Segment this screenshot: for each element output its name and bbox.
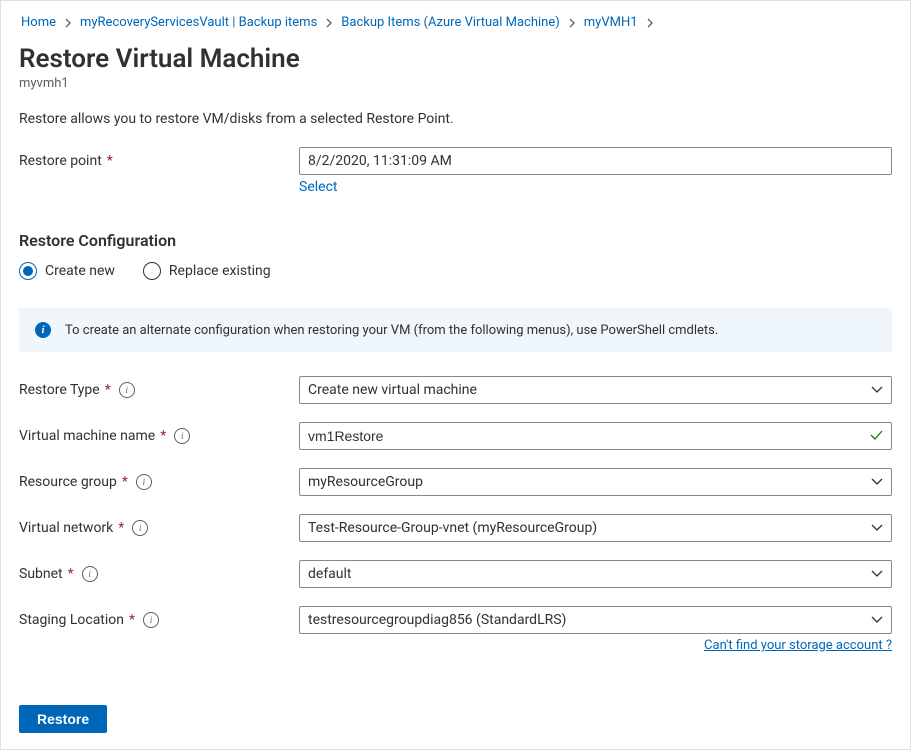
- chevron-right-icon: [564, 18, 580, 28]
- restore-type-row: Restore Type* i Create new virtual machi…: [19, 376, 892, 404]
- restore-config-radio-group: Create new Replace existing: [19, 262, 892, 280]
- chevron-down-icon: [871, 570, 883, 578]
- restore-type-select[interactable]: Create new virtual machine: [299, 376, 892, 404]
- chevron-right-icon: [60, 18, 76, 28]
- radio-replace-existing[interactable]: Replace existing: [143, 262, 271, 280]
- info-icon[interactable]: i: [82, 566, 98, 582]
- subnet-row: Subnet* i default: [19, 560, 892, 588]
- info-icon[interactable]: i: [132, 520, 148, 536]
- subnet-label: Subnet: [19, 566, 63, 582]
- chevron-down-icon: [871, 478, 883, 486]
- select-restore-point-link[interactable]: Select: [299, 179, 337, 195]
- check-icon: [868, 427, 884, 443]
- info-banner: i To create an alternate configuration w…: [19, 308, 892, 352]
- vm-name-label: Virtual machine name: [19, 428, 155, 444]
- required-icon: *: [107, 153, 113, 169]
- breadcrumb: Home myRecoveryServicesVault | Backup it…: [19, 15, 892, 30]
- restore-vm-page: Home myRecoveryServicesVault | Backup it…: [0, 0, 911, 750]
- breadcrumb-vault[interactable]: myRecoveryServicesVault | Backup items: [78, 15, 319, 30]
- restore-type-label: Restore Type: [19, 382, 100, 398]
- subnet-select[interactable]: default: [299, 560, 892, 588]
- resource-group-select[interactable]: myResourceGroup: [299, 468, 892, 496]
- restore-point-row: Restore point* 8/2/2020, 11:31:09 AM Sel…: [19, 147, 892, 195]
- find-storage-account-link[interactable]: Can't find your storage account ?: [704, 638, 892, 653]
- staging-location-row: Staging Location* i testresourcegroupdia…: [19, 606, 892, 653]
- chevron-right-icon: [321, 18, 337, 28]
- virtual-network-row: Virtual network* i Test-Resource-Group-v…: [19, 514, 892, 542]
- page-description: Restore allows you to restore VM/disks f…: [19, 111, 892, 127]
- restore-button[interactable]: Restore: [19, 705, 107, 733]
- footer: Restore: [19, 705, 107, 733]
- chevron-right-icon: [642, 18, 658, 28]
- info-icon: i: [35, 322, 51, 338]
- resource-group-label: Resource group: [19, 474, 117, 490]
- restore-configuration-heading: Restore Configuration: [19, 231, 892, 250]
- page-title: Restore Virtual Machine: [19, 44, 892, 74]
- staging-location-label: Staging Location: [19, 612, 124, 628]
- chevron-down-icon: [871, 386, 883, 394]
- info-banner-text: To create an alternate configuration whe…: [65, 323, 718, 338]
- breadcrumb-backup-items[interactable]: Backup Items (Azure Virtual Machine): [339, 15, 561, 30]
- info-icon[interactable]: i: [174, 428, 190, 444]
- breadcrumb-home[interactable]: Home: [19, 15, 58, 30]
- restore-point-label: Restore point*: [19, 147, 299, 169]
- info-icon[interactable]: i: [143, 612, 159, 628]
- virtual-network-label: Virtual network: [19, 520, 113, 536]
- radio-create-new[interactable]: Create new: [19, 262, 115, 280]
- info-icon[interactable]: i: [136, 474, 152, 490]
- restore-point-input[interactable]: 8/2/2020, 11:31:09 AM: [299, 147, 892, 175]
- vm-name-input[interactable]: [299, 422, 892, 450]
- staging-location-select[interactable]: testresourcegroupdiag856 (StandardLRS): [299, 606, 892, 634]
- virtual-network-select[interactable]: Test-Resource-Group-vnet (myResourceGrou…: [299, 514, 892, 542]
- chevron-down-icon: [871, 524, 883, 532]
- resource-group-row: Resource group* i myResourceGroup: [19, 468, 892, 496]
- info-icon[interactable]: i: [119, 382, 135, 398]
- breadcrumb-vm[interactable]: myVMH1: [582, 15, 640, 30]
- page-subtitle: myvmh1: [19, 76, 892, 91]
- vm-name-row: Virtual machine name* i: [19, 422, 892, 450]
- chevron-down-icon: [871, 616, 883, 624]
